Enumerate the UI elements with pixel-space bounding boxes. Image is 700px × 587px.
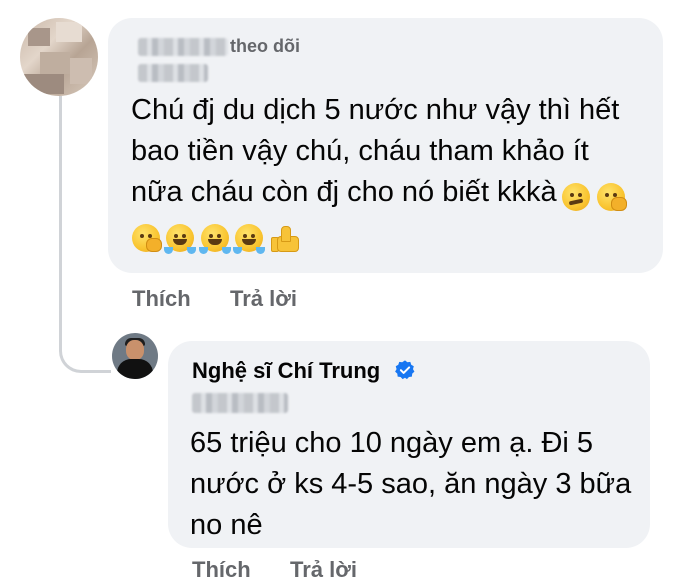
reply-text-line: 65 triệu cho 10 ngày em ạ. Đi 5: [190, 427, 594, 459]
comment-text-line: nữa cháu còn đj cho nó biết kkkà: [131, 176, 557, 208]
blurred-username: [138, 38, 228, 56]
thread-connector: [59, 337, 111, 373]
comment-bubble: theo dõi Chú đj du dịch 5 nước như vậy t…: [108, 18, 663, 273]
reply-text-line: nước ở ks 4-5 sao, ăn ngày 3 bữa: [190, 468, 632, 500]
avatar[interactable]: [20, 18, 98, 96]
verified-badge-icon: [395, 360, 415, 380]
author-name[interactable]: Nghệ sĩ Chí Trung: [192, 358, 380, 384]
rolling-laughing-tears-icon: [198, 224, 231, 254]
comment-text-line: bao tiền vậy chú, cháu tham khảo ít: [131, 135, 589, 167]
like-button[interactable]: Thích: [192, 557, 251, 583]
reply-button[interactable]: Trả lời: [290, 557, 357, 583]
thumbs-up-icon: [270, 224, 299, 252]
follow-tag: theo dõi: [230, 36, 300, 56]
emoji-row: [131, 224, 299, 254]
face-with-hand-over-mouth-icon: [596, 182, 627, 211]
reply-text-line: no nê: [190, 509, 263, 541]
rolling-laughing-tears-icon: [164, 224, 197, 254]
avatar[interactable]: [112, 333, 158, 379]
woozy-face-icon: [562, 182, 591, 211]
like-button[interactable]: Thích: [132, 286, 191, 312]
avatar-pixel: [56, 22, 82, 42]
avatar-pixel: [70, 58, 92, 84]
blurred-badge: [192, 393, 288, 413]
blurred-badge: [138, 64, 208, 82]
reply-bubble: Nghệ sĩ Chí Trung 65 triệu cho 10 ngày e…: [168, 341, 650, 548]
thread-line: [59, 96, 62, 340]
comment-line-3: nữa cháu còn đj cho nó biết kkkà: [131, 172, 627, 213]
avatar-pixel: [40, 52, 70, 74]
reply-button[interactable]: Trả lời: [230, 286, 297, 312]
comment-text-line: Chú đj du dịch 5 nước như vậy thì hết: [131, 94, 620, 126]
avatar-pixel: [28, 28, 50, 46]
avatar-pixel: [24, 74, 64, 94]
rolling-laughing-tears-icon: [233, 224, 266, 254]
face-with-hand-over-mouth-icon: [132, 224, 162, 252]
